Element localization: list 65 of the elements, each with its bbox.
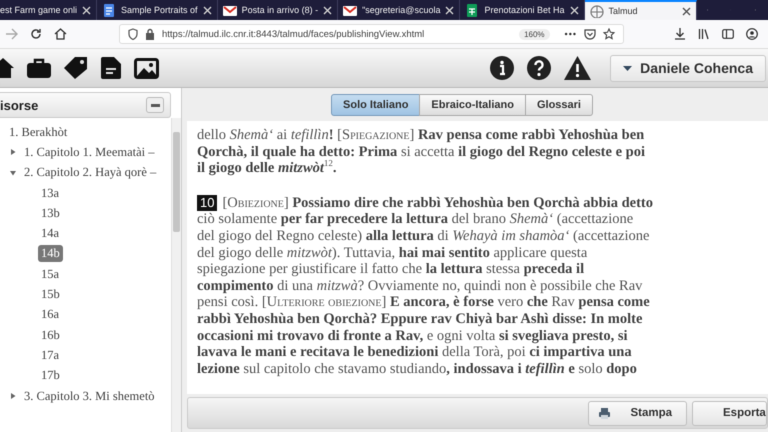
url-text: https://talmud.ilc.cnr.it:8443/talmud/faces/publishingView.xhtml — [162, 28, 424, 40]
shield-icon — [128, 28, 138, 40]
tree-item[interactable]: 17a — [38, 346, 62, 364]
image-icon[interactable] — [134, 58, 159, 78]
help-icon[interactable] — [527, 56, 552, 80]
tree-item[interactable]: 15b — [38, 286, 63, 304]
caret-down-icon[interactable] — [10, 170, 16, 176]
paragraph: dello Shemà‘ ai tefillìn! [Spiegazione] Rav pensa come rabbì Yehoshùa ben Qorchà, il quale ha detto: Prima si accetta il giogo del Regno celeste e poi il giogo delle mitzwòt$^{12}$. — [197, 127, 646, 177]
user-menu[interactable]: Daniele Cohenca — [610, 54, 766, 82]
globe-icon — [590, 4, 604, 18]
download-icon[interactable] — [674, 28, 686, 40]
export-button[interactable]: Esporta — [692, 400, 767, 426]
tree-item[interactable]: 13b — [38, 204, 63, 222]
tree-item[interactable]: 14a — [38, 225, 62, 242]
tree-item[interactable]: 16b — [38, 326, 63, 344]
tree-item[interactable]: 3. Capitolo 3. Mi shemetò — [21, 388, 158, 404]
more-actions[interactable]: ••• — [564, 29, 577, 39]
document-icon[interactable] — [101, 57, 121, 79]
caret-right-icon[interactable] — [10, 393, 16, 399]
zoom-level[interactable]: 160% — [519, 28, 550, 40]
info-icon[interactable] — [490, 56, 514, 80]
tab-title: Prenotazioni Bet Ha — [484, 5, 565, 15]
pocket-icon[interactable] — [584, 28, 596, 40]
browser-tab[interactable]: Talmud — [584, 0, 697, 20]
view-tab[interactable]: Ebraico-Italiano — [419, 94, 526, 116]
address-bar[interactable]: https://talmud.ilc.cnr.it:8443/talmud/faces/publishingView.xhtml 160% ••• — [119, 24, 624, 44]
home-icon[interactable] — [54, 28, 67, 40]
lock-icon — [145, 28, 155, 40]
panel-title: isorse — [0, 98, 38, 112]
close-icon[interactable] — [682, 6, 691, 16]
printer-icon — [599, 408, 610, 418]
scrollbar[interactable] — [171, 118, 181, 432]
caret-right-icon[interactable] — [10, 149, 16, 156]
tree-item[interactable]: 17b — [38, 367, 63, 384]
tree-item[interactable]: 15a — [38, 266, 62, 283]
reload-icon[interactable] — [30, 28, 42, 40]
tab-title: est Farm game onli — [0, 5, 78, 15]
library-icon[interactable] — [698, 28, 710, 40]
tree-item[interactable]: 13a — [38, 184, 62, 202]
caret-icon — [623, 66, 632, 70]
spreadsheet-icon — [465, 4, 480, 16]
document-icon — [102, 4, 116, 16]
tree-item[interactable]: 1. Berakhòt — [6, 124, 70, 141]
print-button[interactable]: Stampa — [588, 400, 687, 426]
collapse-button[interactable] — [146, 97, 164, 113]
paragraph: 10 [Obiezione] Possiamo dire che rabbì Yehoshùa ben Qorchà abbia detto ciò solamente per far precedere la lettura del brano Shemà‘ (accettazione del giogo del Regno celeste) alla lettura di Wehayà im shamòa‘ (accettazione del giogo delle mitzwòt). Tuttavia, hai mai sentito applicare questa spiegazione per giustificare il fatto che la lettura stessa preceda il compimento di una mitzwà? Ovviamente no, quindi non è possibile che Rav pensi così. [Ulteriore obiezione] E ancora, è forse vero che Rav pensa come rabbì Yehoshùa ben Qorchà? Eppure rav Chiyà bar Ashì disse: In molte occasioni mi trovavo di fronte a Rav, e ogni volta si svegliava presto, si lavava le mani e recitava le benedizioni della Torà, poi ci impartiva una lezione sul capitolo che stavamo studiando, indossava i tefillìn e solo dopo — [197, 194, 653, 378]
briefcase-icon[interactable] — [27, 58, 51, 78]
tab-title: Posta in arrivo (8) - — [242, 5, 318, 15]
mail-icon — [222, 4, 237, 16]
tree-item[interactable]: 1. Capitolo 1. Meematài – — [21, 144, 158, 161]
view-tab[interactable]: Glossari — [524, 94, 593, 116]
tab-title: Talmud — [608, 6, 639, 16]
account-icon[interactable] — [746, 28, 758, 40]
tab-title: Sample Portraits of — [121, 5, 198, 15]
mail-icon — [343, 4, 358, 16]
view-tab[interactable]: Solo Italiano — [331, 94, 420, 116]
tree-item[interactable]: 16a — [38, 306, 62, 324]
tree-item[interactable]: 2. Capitolo 2. Hayà qorè – — [21, 164, 160, 182]
tag-icon[interactable] — [64, 57, 88, 79]
sidebar-icon[interactable] — [722, 28, 734, 40]
home-icon[interactable] — [0, 57, 14, 79]
warning-icon[interactable] — [564, 56, 592, 80]
tree-item[interactable]: 14b — [38, 245, 63, 262]
star-icon[interactable] — [603, 28, 615, 40]
tab-title: "segreteria@scuola — [362, 5, 440, 15]
